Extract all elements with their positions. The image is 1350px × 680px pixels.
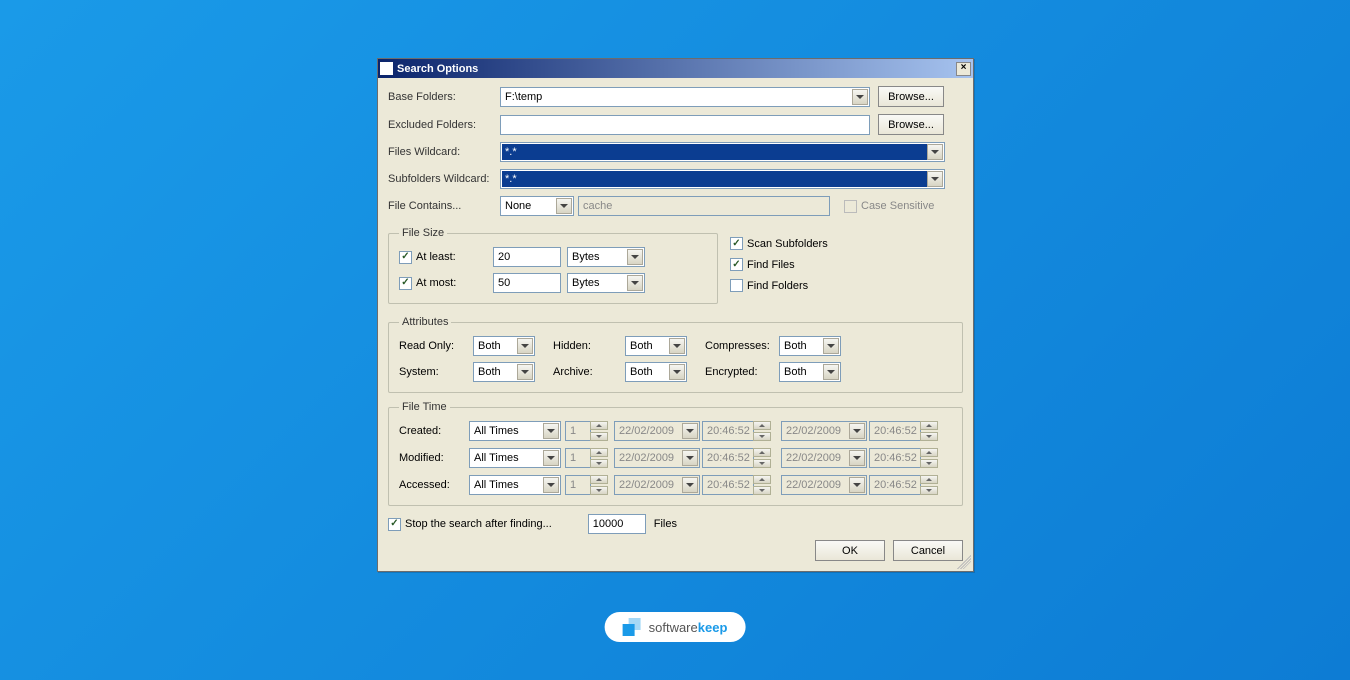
files-wildcard-label: Files Wildcard: bbox=[388, 146, 500, 158]
accessed-time1: 20:46:52 bbox=[702, 475, 754, 495]
search-options-dialog: Search Options × Base Folders: F:\temp B… bbox=[377, 58, 974, 572]
at-least-checkbox[interactable]: At least: bbox=[399, 251, 493, 264]
file-contains-label: File Contains... bbox=[388, 200, 500, 212]
accessed-date2-combo: 22/02/2009 bbox=[781, 475, 867, 495]
created-date2-combo: 22/02/2009 bbox=[781, 421, 867, 441]
encrypted-label: Encrypted: bbox=[705, 366, 779, 378]
attributes-legend: Attributes bbox=[399, 316, 451, 328]
modified-date2-combo: 22/02/2009 bbox=[781, 448, 867, 468]
at-least-input[interactable] bbox=[493, 247, 561, 267]
at-most-checkbox[interactable]: At most: bbox=[399, 277, 493, 290]
accessed-spin1: 1 bbox=[565, 475, 591, 495]
cancel-button[interactable]: Cancel bbox=[893, 540, 963, 561]
ok-button[interactable]: OK bbox=[815, 540, 885, 561]
browse-base-button[interactable]: Browse... bbox=[878, 86, 944, 107]
created-time1-spinner bbox=[753, 421, 771, 441]
accessed-date1-combo: 22/02/2009 bbox=[614, 475, 700, 495]
base-folders-label: Base Folders: bbox=[388, 91, 500, 103]
read-only-label: Read Only: bbox=[399, 340, 473, 352]
subfolders-wildcard-label: Subfolders Wildcard: bbox=[388, 173, 500, 185]
accessed-time2-spinner bbox=[920, 475, 938, 495]
accessed-spin1-spinner bbox=[590, 475, 608, 495]
modified-mode-combo[interactable]: All Times bbox=[469, 448, 561, 468]
created-time2: 20:46:52 bbox=[869, 421, 921, 441]
created-time2-spinner bbox=[920, 421, 938, 441]
excluded-folders-label: Excluded Folders: bbox=[388, 119, 500, 131]
created-mode-combo[interactable]: All Times bbox=[469, 421, 561, 441]
created-spin1-spinner bbox=[590, 421, 608, 441]
file-contains-mode-combo[interactable]: None bbox=[500, 196, 574, 216]
find-folders-checkbox[interactable]: Find Folders bbox=[730, 279, 828, 292]
resize-grip[interactable] bbox=[957, 555, 971, 569]
file-size-legend: File Size bbox=[399, 227, 447, 239]
title-bar[interactable]: Search Options × bbox=[378, 59, 973, 78]
created-time1: 20:46:52 bbox=[702, 421, 754, 441]
hidden-combo[interactable]: Both bbox=[625, 336, 687, 356]
system-label: System: bbox=[399, 366, 473, 378]
window-title: Search Options bbox=[397, 63, 956, 75]
archive-label: Archive: bbox=[553, 366, 625, 378]
file-time-legend: File Time bbox=[399, 401, 450, 413]
system-combo[interactable]: Both bbox=[473, 362, 535, 382]
compresses-combo[interactable]: Both bbox=[779, 336, 841, 356]
accessed-mode-combo[interactable]: All Times bbox=[469, 475, 561, 495]
stop-after-checkbox[interactable]: Stop the search after finding... bbox=[388, 518, 552, 531]
file-contains-text-input bbox=[578, 196, 830, 216]
stop-after-input[interactable] bbox=[588, 514, 646, 534]
modified-spin1-spinner bbox=[590, 448, 608, 468]
softwarekeep-logo-icon bbox=[623, 618, 641, 636]
compresses-label: Compresses: bbox=[705, 340, 779, 352]
excluded-folders-input[interactable] bbox=[500, 115, 870, 135]
read-only-combo[interactable]: Both bbox=[473, 336, 535, 356]
archive-combo[interactable]: Both bbox=[625, 362, 687, 382]
case-sensitive-checkbox: Case Sensitive bbox=[844, 200, 934, 213]
at-most-input[interactable] bbox=[493, 273, 561, 293]
hidden-label: Hidden: bbox=[553, 340, 625, 352]
files-suffix-label: Files bbox=[654, 518, 677, 530]
encrypted-combo[interactable]: Both bbox=[779, 362, 841, 382]
files-wildcard-combo[interactable]: *.* bbox=[500, 142, 945, 162]
modified-time1-spinner bbox=[753, 448, 771, 468]
created-date1-combo: 22/02/2009 bbox=[614, 421, 700, 441]
created-label: Created: bbox=[399, 425, 469, 437]
created-spin1: 1 bbox=[565, 421, 591, 441]
accessed-time2: 20:46:52 bbox=[869, 475, 921, 495]
modified-date1-combo: 22/02/2009 bbox=[614, 448, 700, 468]
close-button[interactable]: × bbox=[956, 62, 971, 76]
watermark-badge: softwarekeep bbox=[605, 612, 746, 642]
accessed-time1-spinner bbox=[753, 475, 771, 495]
base-folders-combo[interactable]: F:\temp bbox=[500, 87, 870, 107]
find-files-checkbox[interactable]: Find Files bbox=[730, 258, 828, 271]
modified-time2-spinner bbox=[920, 448, 938, 468]
browse-excluded-button[interactable]: Browse... bbox=[878, 114, 944, 135]
subfolders-wildcard-combo[interactable]: *.* bbox=[500, 169, 945, 189]
modified-spin1: 1 bbox=[565, 448, 591, 468]
modified-time2: 20:46:52 bbox=[869, 448, 921, 468]
modified-time1: 20:46:52 bbox=[702, 448, 754, 468]
app-icon bbox=[380, 62, 393, 75]
accessed-label: Accessed: bbox=[399, 479, 469, 491]
at-most-unit-combo[interactable]: Bytes bbox=[567, 273, 645, 293]
modified-label: Modified: bbox=[399, 452, 469, 464]
at-least-unit-combo[interactable]: Bytes bbox=[567, 247, 645, 267]
scan-subfolders-checkbox[interactable]: Scan Subfolders bbox=[730, 237, 828, 250]
